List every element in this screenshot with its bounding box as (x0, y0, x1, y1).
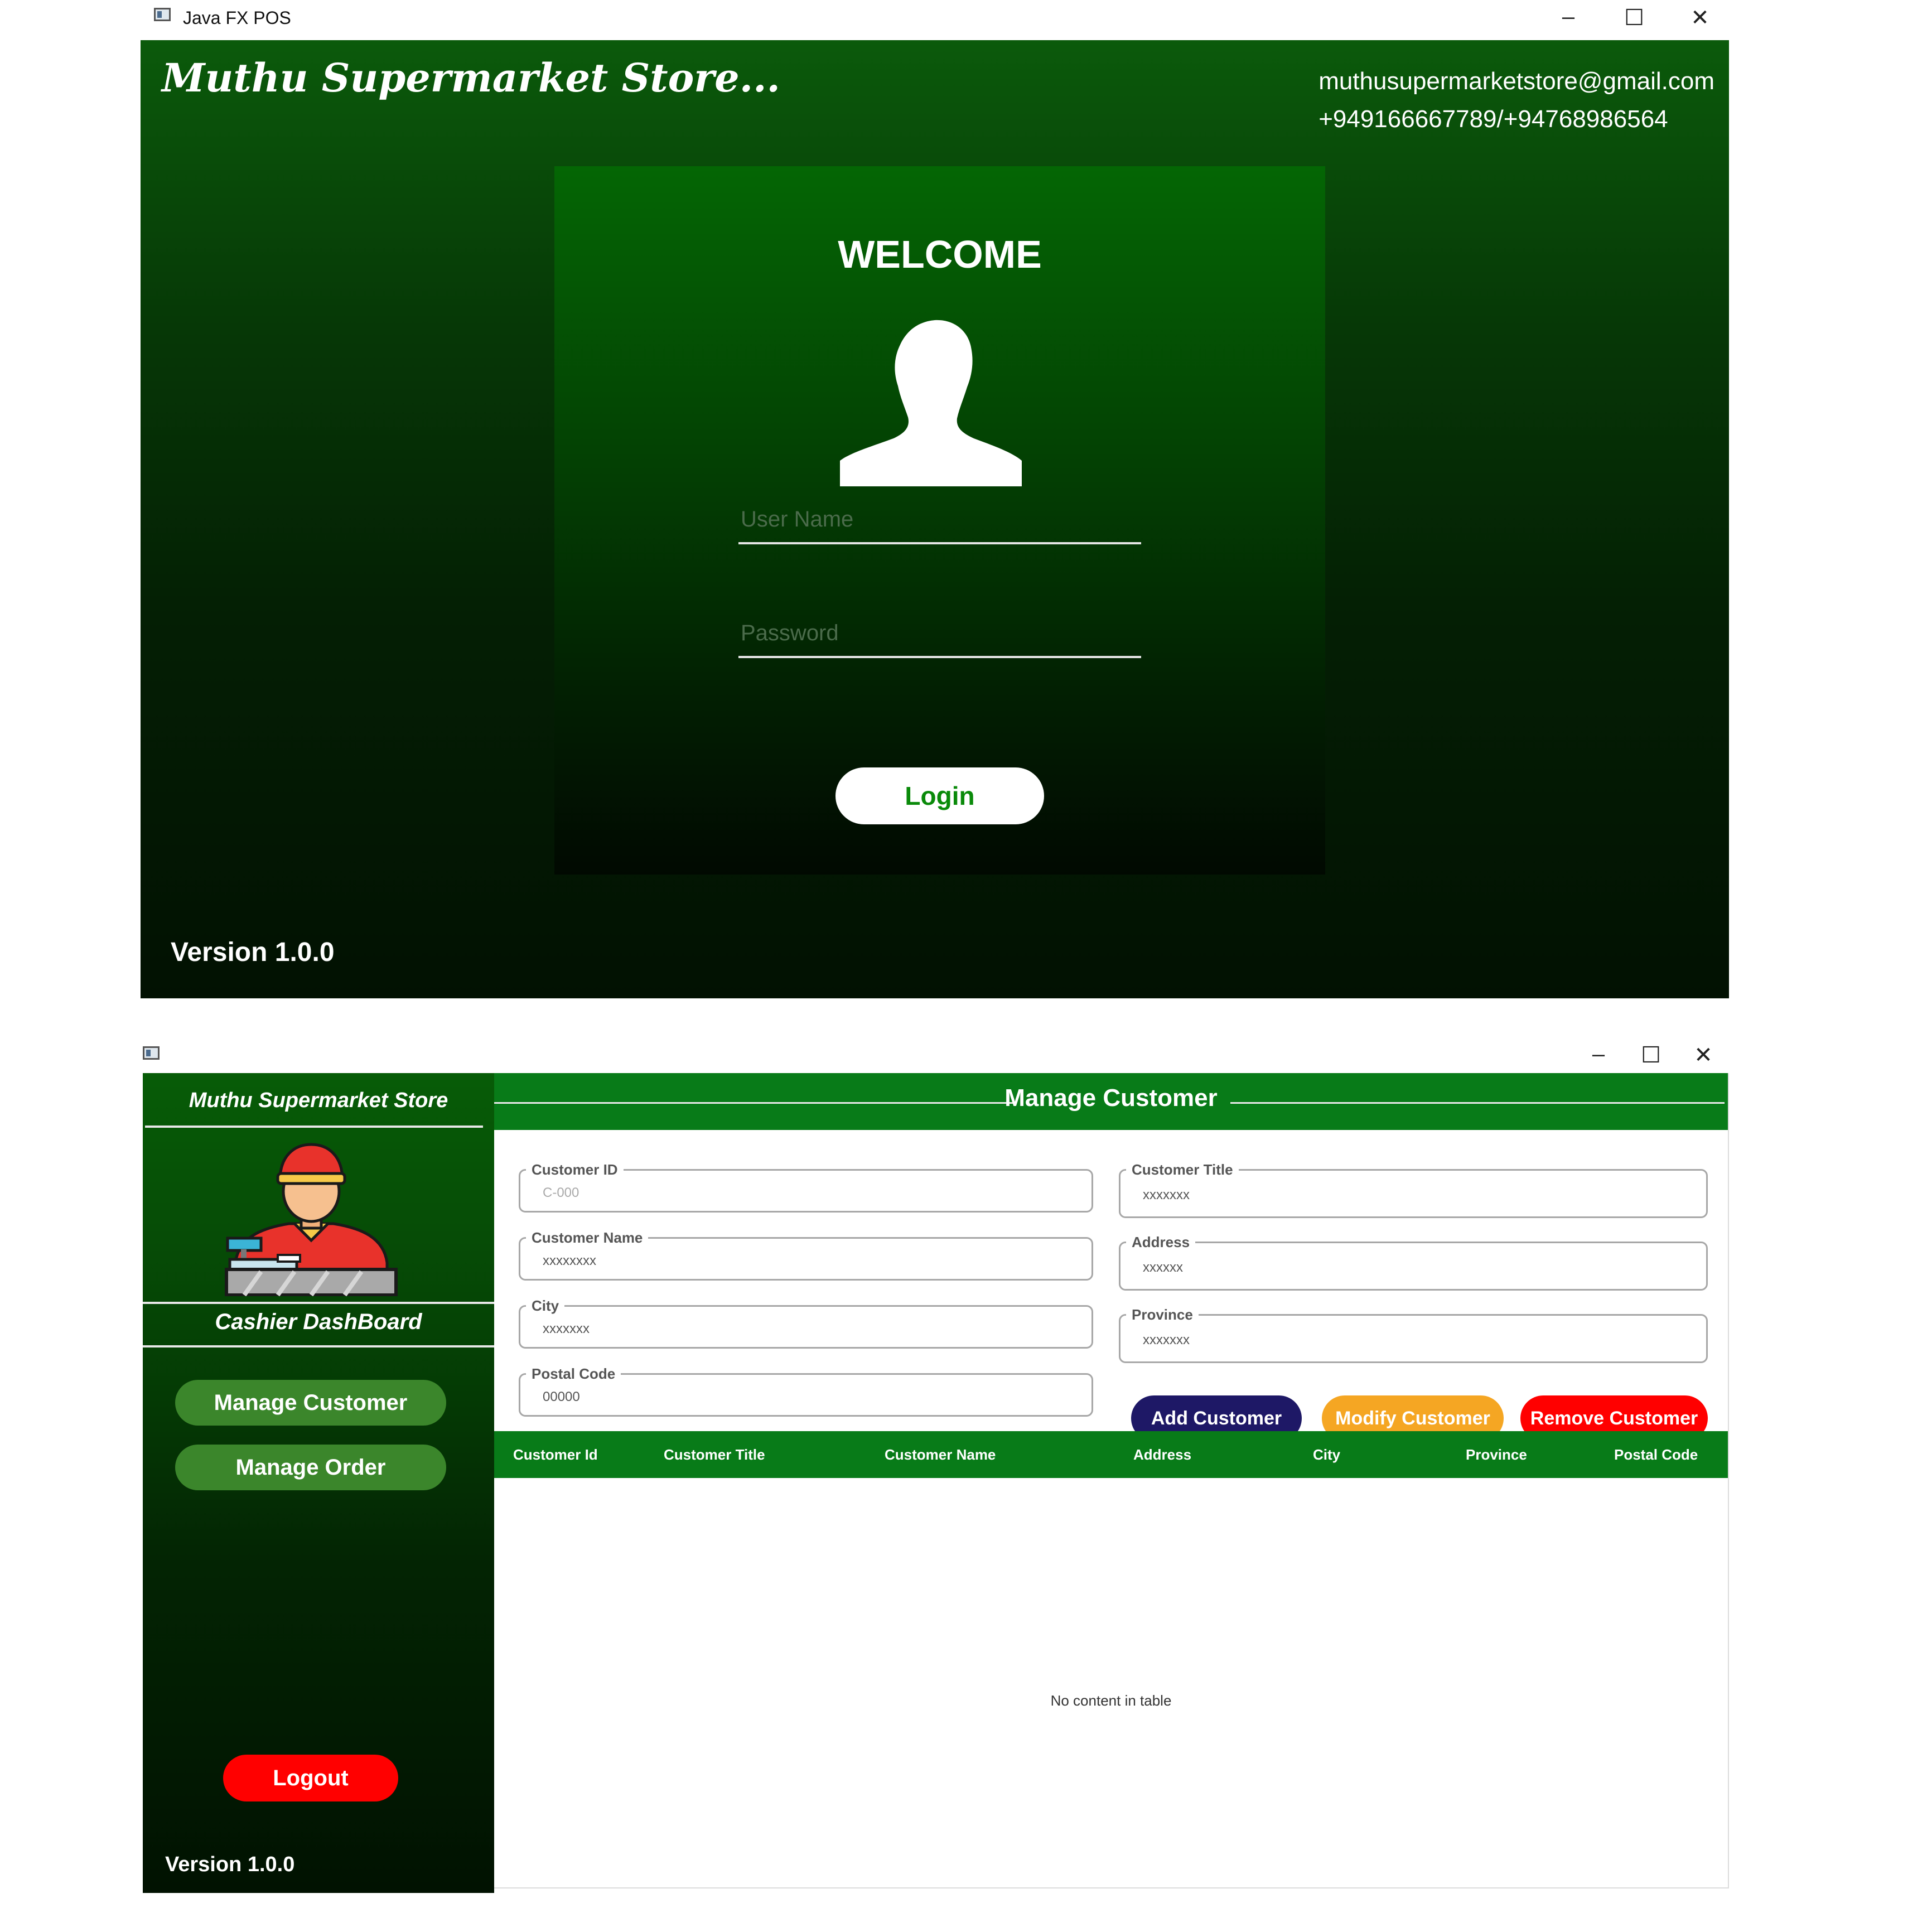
address-label: Address (1126, 1234, 1196, 1251)
city-field[interactable]: City xxxxxxx (519, 1297, 1093, 1349)
window-icon (143, 1046, 160, 1060)
title-bar: Java FX POS – ☐ ✕ (141, 0, 1729, 40)
dashboard-label: Cashier DashBoard (215, 1310, 422, 1334)
customer-id-field[interactable]: Customer ID C-000 (519, 1161, 1093, 1213)
main-panel: Manage Customer Customer ID C-000 Custom… (494, 1073, 1729, 1888)
customer-id-input[interactable]: C-000 (543, 1185, 579, 1201)
customer-name-label: Customer Name (526, 1229, 649, 1247)
province-field[interactable]: Province xxxxxxx (1119, 1306, 1708, 1363)
username-field[interactable]: User Name (738, 498, 1141, 544)
column-header[interactable]: Address (1133, 1431, 1191, 1478)
column-header[interactable]: Postal Code (1614, 1431, 1698, 1478)
maximize-button[interactable]: ☐ (1634, 1044, 1668, 1066)
postal-code-input[interactable]: 00000 (543, 1389, 580, 1405)
column-header[interactable]: Customer Name (885, 1431, 996, 1478)
city-label: City (526, 1297, 565, 1315)
address-input[interactable]: xxxxxx (1143, 1260, 1183, 1276)
divider (143, 1302, 494, 1304)
column-header[interactable]: Customer Id (513, 1431, 598, 1478)
contact-email: muthusupermarketstore@gmail.com (1318, 67, 1714, 95)
contact-phone: +949166667789/+94768986564 (1318, 105, 1668, 133)
user-avatar-icon (840, 320, 1022, 486)
title-bar: – ☐ ✕ (143, 1034, 1729, 1073)
username-placeholder: User Name (741, 507, 854, 532)
manage-customer-button[interactable]: Manage Customer (175, 1380, 446, 1426)
sidebar: Muthu Supermarket Store Cashier DashBoar… (143, 1073, 494, 1893)
window-title: Java FX POS (183, 8, 291, 28)
column-header[interactable]: Customer Title (664, 1431, 765, 1478)
login-background: Muthu Supermarket Store... muthusupermar… (141, 40, 1729, 998)
table-header: Customer Id Customer Title Customer Name… (494, 1431, 1728, 1478)
welcome-heading: WELCOME (838, 233, 1042, 276)
cashier-icon (225, 1143, 398, 1296)
password-placeholder: Password (741, 621, 839, 645)
column-header[interactable]: City (1313, 1431, 1340, 1478)
customer-id-label: Customer ID (526, 1161, 624, 1178)
login-window: Java FX POS – ☐ ✕ Muthu Supermarket Stor… (141, 0, 1729, 998)
customer-name-field[interactable]: Customer Name xxxxxxxx (519, 1229, 1093, 1281)
page-title: Manage Customer (1004, 1084, 1218, 1112)
window-icon (154, 8, 171, 21)
address-field[interactable]: Address xxxxxx (1119, 1234, 1708, 1291)
customer-title-input[interactable]: xxxxxxx (1143, 1187, 1190, 1203)
divider (143, 1345, 494, 1347)
page-header: Manage Customer (494, 1073, 1728, 1130)
dashboard-window: – ☐ ✕ Muthu Supermarket Store Cashier Da… (143, 1034, 1729, 1893)
province-label: Province (1126, 1306, 1199, 1324)
customer-title-label: Customer Title (1126, 1161, 1239, 1178)
province-input[interactable]: xxxxxxx (1143, 1332, 1190, 1348)
contact-info: muthusupermarketstore@gmail.com +9491666… (1318, 62, 1714, 138)
postal-code-label: Postal Code (526, 1365, 621, 1383)
sidebar-store-name: Muthu Supermarket Store (189, 1089, 448, 1112)
divider (145, 1126, 483, 1128)
postal-code-field[interactable]: Postal Code 00000 (519, 1365, 1093, 1417)
manage-order-button[interactable]: Manage Order (175, 1445, 446, 1490)
password-field[interactable]: Password (738, 611, 1141, 658)
version-label: Version 1.0.0 (165, 1853, 295, 1876)
login-card: WELCOME User Name Password Login (554, 166, 1325, 875)
maximize-button[interactable]: ☐ (1617, 7, 1651, 29)
customer-name-input[interactable]: xxxxxxxx (543, 1253, 596, 1269)
minimize-button[interactable]: – (1582, 1043, 1615, 1065)
minimize-button[interactable]: – (1552, 6, 1585, 28)
city-input[interactable]: xxxxxxx (543, 1321, 590, 1337)
version-label: Version 1.0.0 (171, 938, 335, 967)
customer-title-field[interactable]: Customer Title xxxxxxx (1119, 1161, 1708, 1218)
close-button[interactable]: ✕ (1683, 7, 1717, 29)
login-button[interactable]: Login (835, 767, 1044, 824)
close-button[interactable]: ✕ (1687, 1044, 1720, 1066)
logout-button[interactable]: Logout (223, 1755, 398, 1801)
column-header[interactable]: Province (1466, 1431, 1527, 1478)
table-empty-message: No content in table (1050, 1692, 1172, 1709)
store-title: Muthu Supermarket Store... (162, 55, 780, 101)
